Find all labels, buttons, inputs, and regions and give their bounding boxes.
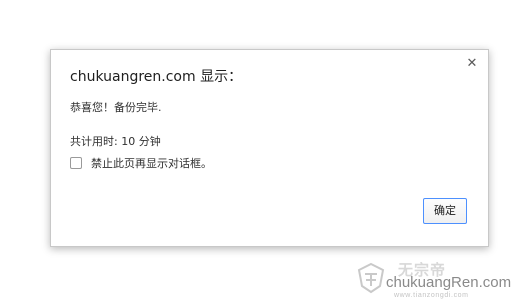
alert-dialog: chukuangren.com 显示： ✕ 恭喜您！备份完毕. 共计用时: 10…: [50, 49, 489, 247]
dialog-message: 恭喜您！备份完毕.: [70, 101, 162, 114]
dialog-title: chukuangren.com 显示：: [70, 69, 243, 85]
watermark: 无宗帝 chukuangRen.com www.tianzongdi.com: [350, 258, 520, 302]
close-icon[interactable]: ✕: [465, 56, 479, 72]
watermark-site-name-en: chukuangRen.com: [386, 274, 512, 291]
site-logo-icon: [357, 262, 385, 294]
ok-button[interactable]: 确定: [423, 198, 467, 224]
watermark-url: www.tianzongdi.com: [394, 292, 469, 299]
duration-text: 共计用时: 10 分钟: [70, 135, 161, 148]
suppress-dialogs-checkbox[interactable]: [70, 157, 82, 169]
suppress-dialogs-option[interactable]: 禁止此页再显示对话框。: [70, 155, 212, 171]
suppress-dialogs-label: 禁止此页再显示对话框。: [91, 157, 212, 170]
